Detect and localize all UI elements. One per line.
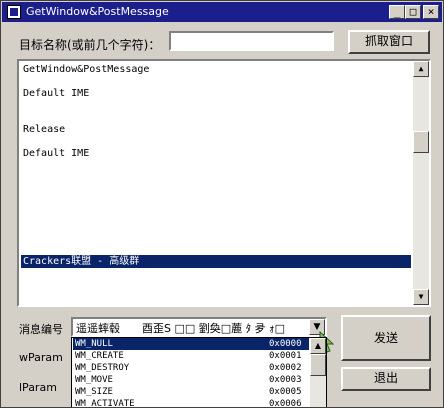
output-scrollbar[interactable]: ▲ ▼ <box>413 61 429 305</box>
message-number-label: 消息编号 <box>19 323 63 336</box>
grab-window-button[interactable]: 抓取窗口 <box>348 30 430 54</box>
main-window: GetWindow&PostMessage _ □ × 目标名称(或前几个字符)… <box>0 0 444 408</box>
output-line: GetWindow&PostMessage <box>23 64 150 75</box>
window-title: GetWindow&PostMessage <box>26 5 169 18</box>
dropdown-scrollbar[interactable]: ▲ <box>310 338 326 407</box>
dropdown-scroll-thumb[interactable] <box>310 354 326 376</box>
title-bar[interactable]: GetWindow&PostMessage _ □ × <box>2 2 442 22</box>
output-line: Default IME <box>23 88 90 99</box>
minimize-button[interactable]: _ <box>389 5 405 19</box>
output-list[interactable]: GetWindow&PostMessage Default IME Releas… <box>17 59 431 307</box>
send-button[interactable]: 发送 <box>341 315 431 361</box>
message-combo[interactable]: 遥遥蟀毂 酉歪S □□ 劉奐□蔍 ﾀ 夛 ｫ□ ▼ <box>71 317 327 337</box>
scroll-up-icon[interactable]: ▲ <box>413 61 429 77</box>
lparam-label: lParam <box>19 381 57 394</box>
output-line-selected[interactable]: Crackers联盟 - 高级群 <box>21 255 411 268</box>
close-button[interactable]: × <box>423 5 439 19</box>
wparam-label: wParam <box>19 351 63 364</box>
list-item[interactable]: WM_DESTROY 0x0002 <box>73 362 309 374</box>
list-item[interactable]: WM_SIZE 0x0005 <box>73 386 309 398</box>
target-name-label: 目标名称(或前几个字符)： <box>19 38 161 52</box>
list-item[interactable]: WM_MOVE 0x0003 <box>73 374 309 386</box>
output-line: Default IME <box>23 148 90 159</box>
dropdown-scroll-up-icon[interactable]: ▲ <box>310 338 326 354</box>
app-icon <box>7 5 21 19</box>
target-name-input[interactable] <box>169 31 334 51</box>
maximize-button[interactable]: □ <box>405 5 421 19</box>
list-item[interactable]: WM_NULL 0x0000 <box>73 338 309 350</box>
list-item[interactable]: WM_CREATE 0x0001 <box>73 350 309 362</box>
exit-button[interactable]: 退出 <box>341 367 431 391</box>
message-combo-value: 遥遥蟀毂 酉歪S □□ 劉奐□蔍 ﾀ 夛 ｫ□ <box>76 322 286 335</box>
scroll-thumb[interactable] <box>413 131 429 153</box>
output-line: Release <box>23 124 66 135</box>
scroll-down-icon[interactable]: ▼ <box>413 289 429 305</box>
message-dropdown-list[interactable]: WM_NULL 0x0000 WM_CREATE 0x0001 WM_DESTROY… <box>71 337 327 407</box>
list-item[interactable]: WM_ACTIVATE 0x0006 <box>73 398 309 407</box>
